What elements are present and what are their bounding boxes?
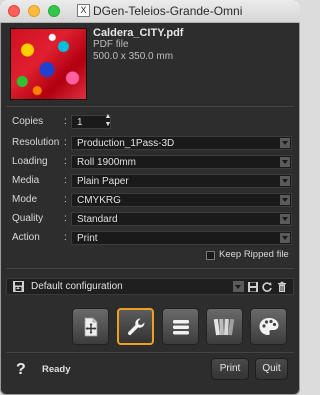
loading-colon: : [64,156,67,167]
chevron-down-icon [280,195,290,205]
mode-colon: : [64,194,67,205]
delete-config-icon[interactable] [276,281,288,293]
resolution-label: Resolution [12,137,60,148]
action-value: Print [77,233,98,244]
keep-ripped-checkbox[interactable] [206,251,215,260]
settings-tool-button[interactable] [117,308,154,345]
wrench-icon [127,317,145,335]
chevron-down-icon [280,138,290,148]
action-colon: : [64,232,67,243]
window-title: DGen-Teleios-Grande-Omni [93,4,243,18]
chevron-down-icon [233,281,244,292]
mode-select[interactable]: CMYKRG [71,193,292,207]
divider [6,352,294,353]
mode-value: CMYKRG [77,195,121,206]
status-text: Ready [42,364,71,375]
divider [6,106,294,107]
quality-label: Quality [12,213,44,224]
layout-move-icon [84,317,97,336]
divider [6,268,294,269]
resolution-colon: : [64,137,67,148]
quality-select[interactable]: Standard [71,212,292,226]
copies-decrement-button[interactable]: ▼ [104,121,112,128]
palette-tool-button[interactable] [250,308,287,345]
file-type: PDF file [93,39,129,50]
loading-value: Roll 1900mm [77,157,136,168]
chevron-down-icon [280,214,290,224]
action-select[interactable]: Print [71,231,292,245]
loading-select[interactable]: Roll 1900mm [71,155,292,169]
configuration-select[interactable]: Default configuration [6,278,294,295]
copies-increment-button[interactable]: ▲ [104,113,112,120]
color-tool-button[interactable] [206,308,243,345]
queue-tool-button[interactable] [162,308,199,345]
quality-colon: : [64,213,67,224]
chevron-down-icon [280,233,290,243]
media-value: Plain Paper [77,176,129,187]
layout-tool-button[interactable] [72,308,109,345]
chevron-down-icon [280,176,290,186]
resolution-select[interactable]: Production_1Pass-3D [71,136,292,150]
palette-icon [259,317,278,335]
quit-button[interactable]: Quit [255,358,288,380]
close-window-button[interactable] [8,5,20,17]
media-colon: : [64,175,67,186]
save-config-icon[interactable] [247,281,259,293]
file-name: Caldera_CITY.pdf [93,27,184,39]
chevron-down-icon [280,157,290,167]
file-thumbnail [10,28,87,100]
file-size: 500.0 x 350.0 mm [93,51,174,62]
title-bar: X DGen-Teleios-Grande-Omni [0,0,300,23]
minimize-window-button[interactable] [28,5,40,17]
copies-label: Copies [12,116,44,127]
media-select[interactable]: Plain Paper [71,174,292,188]
quality-value: Standard [77,214,118,225]
help-button[interactable]: ? [16,361,26,379]
action-label: Action [12,232,40,243]
color-swatches-icon [213,318,234,335]
copies-colon: : [64,116,67,127]
loading-label: Loading [12,156,48,167]
media-label: Media [12,175,40,186]
configuration-label: Default configuration [31,281,123,292]
copies-value: 1 [77,117,83,128]
keep-ripped-label: Keep Ripped file [219,249,289,260]
app-icon: X [77,4,90,17]
config-save-icon [13,281,24,292]
refresh-config-icon[interactable] [261,281,273,293]
zoom-window-button[interactable] [48,5,60,17]
stack-lines-icon [172,319,189,334]
resolution-value: Production_1Pass-3D [77,138,175,149]
mode-label: Mode [12,194,38,205]
main-window: X DGen-Teleios-Grande-Omni Caldera_CITY.… [0,0,300,395]
print-button[interactable]: Print [211,358,249,380]
